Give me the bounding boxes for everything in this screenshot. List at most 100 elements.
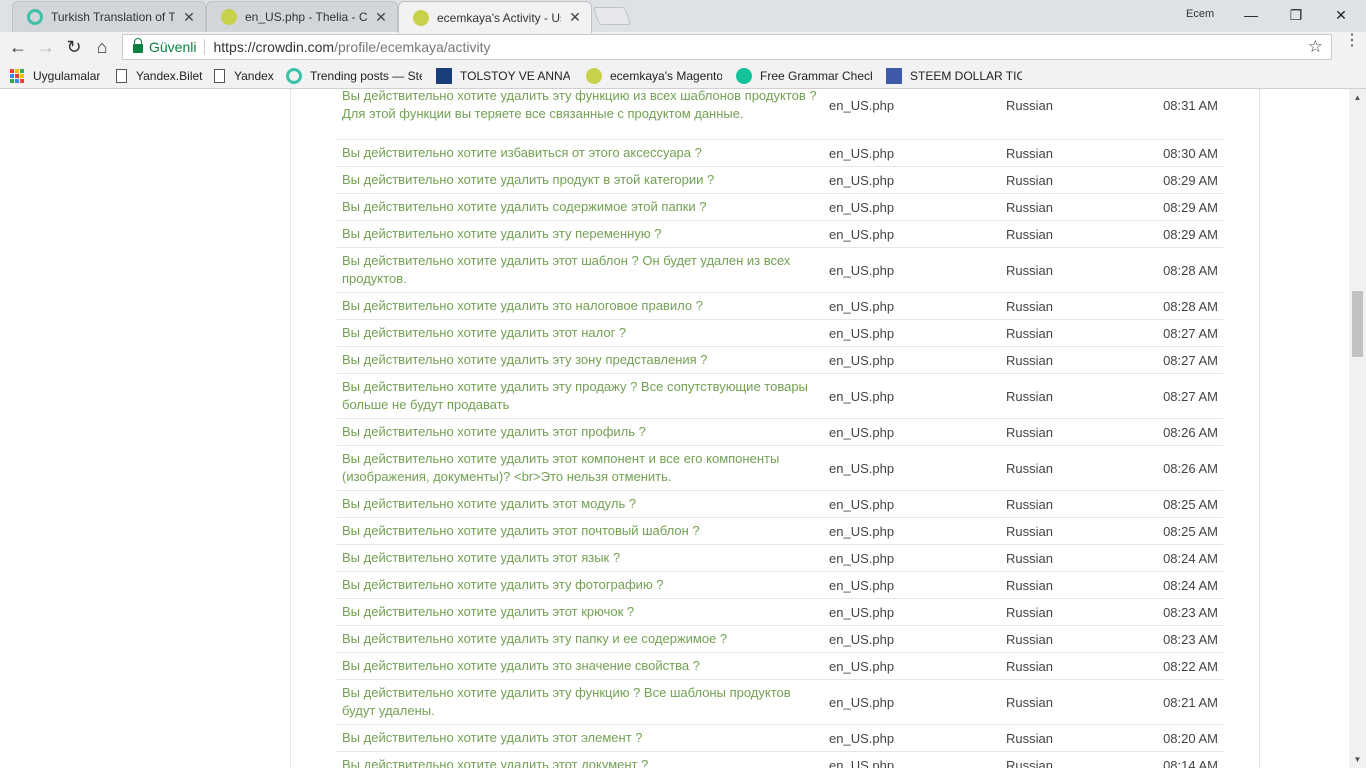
activity-row: Вы действительно хотите удалить это знач…	[337, 652, 1223, 679]
translation-link[interactable]: Вы действительно хотите удалить эту зону…	[342, 351, 817, 369]
reload-button[interactable]: ↻	[62, 36, 86, 58]
timestamp: 08:25 AM	[1163, 496, 1218, 512]
language-name: Russian	[1006, 388, 1053, 404]
forward-button[interactable]: →	[34, 36, 58, 58]
tab-title: ecemkaya's Activity - Use	[437, 10, 561, 25]
tab-ecemkaya-activity[interactable]: ecemkaya's Activity - Use ✕	[398, 1, 592, 33]
bookmark-steem-dollar[interactable]: STEEM DOLLAR TICK	[886, 67, 1022, 85]
back-button[interactable]: ←	[6, 36, 30, 58]
translation-link[interactable]: Вы действительно хотите удалить этот док…	[342, 756, 817, 768]
tab-en-us-php[interactable]: en_US.php - Thelia - Crow ✕	[206, 1, 398, 32]
file-name: en_US.php	[829, 325, 895, 341]
activity-row: Вы действительно хотите удалить продукт …	[337, 166, 1223, 193]
translation-link[interactable]: Вы действительно хотите удалить этот нал…	[342, 324, 817, 342]
translation-link[interactable]: Вы действительно хотите удалить этот мод…	[342, 495, 817, 513]
translation-link[interactable]: Вы действительно хотите избавиться от эт…	[342, 144, 817, 162]
translation-link[interactable]: Вы действительно хотите удалить этот шаб…	[342, 252, 817, 288]
browser-menu-icon[interactable]: ⋮	[1344, 33, 1360, 49]
tolstoy-icon	[436, 68, 452, 84]
file-name: en_US.php	[829, 730, 895, 746]
translation-link[interactable]: Вы действительно хотите удалить эту функ…	[342, 89, 817, 123]
translation-link[interactable]: Вы действительно хотите удалить этот крю…	[342, 603, 817, 621]
timestamp: 08:29 AM	[1163, 226, 1218, 242]
lock-icon	[133, 38, 143, 53]
language-name: Russian	[1006, 145, 1053, 161]
close-tab-icon[interactable]: ✕	[567, 9, 583, 26]
file-name: en_US.php	[829, 523, 895, 539]
file-name: en_US.php	[829, 298, 895, 314]
profile-name[interactable]: Ecem	[1186, 8, 1214, 20]
bookmark-yandex[interactable]: Yandex	[214, 67, 274, 85]
file-name: en_US.php	[829, 352, 895, 368]
activity-row: Вы действительно хотите удалить этот док…	[337, 751, 1223, 768]
address-bar[interactable]: Güvenli https://crowdin.com/profile/ecem…	[122, 34, 1332, 60]
file-name: en_US.php	[829, 97, 895, 113]
file-name: en_US.php	[829, 460, 895, 476]
bookmark-trending-posts[interactable]: Trending posts — Ste	[286, 67, 422, 85]
bookmark-yandex-bilet[interactable]: Yandex.Bilet	[116, 67, 203, 85]
translation-link[interactable]: Вы действительно хотите удалить эту функ…	[342, 684, 817, 720]
language-name: Russian	[1006, 352, 1053, 368]
translation-link[interactable]: Вы действительно хотите удалить этот про…	[342, 423, 817, 441]
tab-strip: Turkish Translation of The ✕ en_US.php -…	[0, 0, 1366, 33]
timestamp: 08:27 AM	[1163, 325, 1218, 341]
translation-link[interactable]: Вы действительно хотите удалить содержим…	[342, 198, 817, 216]
translation-link[interactable]: Вы действительно хотите удалить эту фото…	[342, 576, 817, 594]
vertical-scrollbar[interactable]: ▲ ▼	[1349, 89, 1366, 768]
file-name: en_US.php	[829, 694, 895, 710]
minimize-button[interactable]: —	[1228, 0, 1274, 30]
close-window-button[interactable]: ✕	[1318, 0, 1364, 30]
file-name: en_US.php	[829, 262, 895, 278]
home-button[interactable]: ⌂	[90, 36, 114, 58]
timestamp: 08:26 AM	[1163, 460, 1218, 476]
activity-row: Вы действительно хотите удалить эту функ…	[337, 89, 1223, 130]
bookmark-grammar-check[interactable]: Free Grammar Check	[736, 67, 872, 85]
translation-link[interactable]: Вы действительно хотите удалить этот эле…	[342, 729, 817, 747]
close-tab-icon[interactable]: ✕	[181, 9, 197, 26]
bookmark-magento[interactable]: ecemkaya's Magento	[586, 67, 722, 85]
translation-link[interactable]: Вы действительно хотите удалить этот язы…	[342, 549, 817, 567]
translation-link[interactable]: Вы действительно хотите удалить эту пере…	[342, 225, 817, 243]
bookmark-label: Uygulamalar	[33, 69, 101, 83]
scroll-down-arrow[interactable]: ▼	[1349, 751, 1366, 768]
scroll-up-arrow[interactable]: ▲	[1349, 89, 1366, 106]
translation-link[interactable]: Вы действительно хотите удалить эту папк…	[342, 630, 817, 648]
tab-turkish-translation[interactable]: Turkish Translation of The ✕	[12, 1, 206, 32]
page-icon	[116, 69, 127, 83]
bookmark-star-icon[interactable]: ☆	[1308, 37, 1323, 57]
language-name: Russian	[1006, 424, 1053, 440]
activity-row: Вы действительно хотите удалить эту фото…	[337, 571, 1223, 598]
activity-row: Вы действительно хотите удалить это нало…	[337, 292, 1223, 319]
timestamp: 08:29 AM	[1163, 172, 1218, 188]
bookmark-apps[interactable]: Uygulamalar	[10, 67, 100, 85]
translation-link[interactable]: Вы действительно хотите удалить этот поч…	[342, 522, 817, 540]
timestamp: 08:24 AM	[1163, 550, 1218, 566]
language-name: Russian	[1006, 658, 1053, 674]
restore-button[interactable]: ❐	[1273, 0, 1319, 30]
timestamp: 08:24 AM	[1163, 577, 1218, 593]
translation-link[interactable]: Вы действительно хотите удалить эту прод…	[342, 378, 817, 414]
bookmark-tolstoy[interactable]: TOLSTOY VE ANNA -	[436, 67, 570, 85]
bookmark-label: ecemkaya's Magento	[610, 69, 722, 83]
translation-link[interactable]: Вы действительно хотите удалить продукт …	[342, 171, 817, 189]
file-name: en_US.php	[829, 199, 895, 215]
translation-link[interactable]: Вы действительно хотите удалить этот ком…	[342, 450, 817, 486]
secure-label[interactable]: Güvenli	[149, 39, 196, 55]
language-name: Russian	[1006, 604, 1053, 620]
language-name: Russian	[1006, 550, 1053, 566]
scrollbar-thumb[interactable]	[1352, 291, 1363, 357]
new-tab-button[interactable]	[592, 7, 632, 25]
activity-row: Вы действительно хотите удалить эту пере…	[337, 220, 1223, 247]
url-host: https://crowdin.com	[213, 39, 335, 55]
timestamp: 08:26 AM	[1163, 424, 1218, 440]
language-name: Russian	[1006, 631, 1053, 647]
language-name: Russian	[1006, 298, 1053, 314]
activity-row: Вы действительно хотите удалить эту зону…	[337, 346, 1223, 373]
translation-link[interactable]: Вы действительно хотите удалить это нало…	[342, 297, 817, 315]
language-name: Russian	[1006, 523, 1053, 539]
close-tab-icon[interactable]: ✕	[373, 9, 389, 26]
bookmark-label: Yandex.Bilet	[136, 69, 203, 83]
translation-link[interactable]: Вы действительно хотите удалить это знач…	[342, 657, 817, 675]
timestamp: 08:21 AM	[1163, 694, 1218, 710]
activity-row: Вы действительно хотите удалить этот эле…	[337, 724, 1223, 751]
